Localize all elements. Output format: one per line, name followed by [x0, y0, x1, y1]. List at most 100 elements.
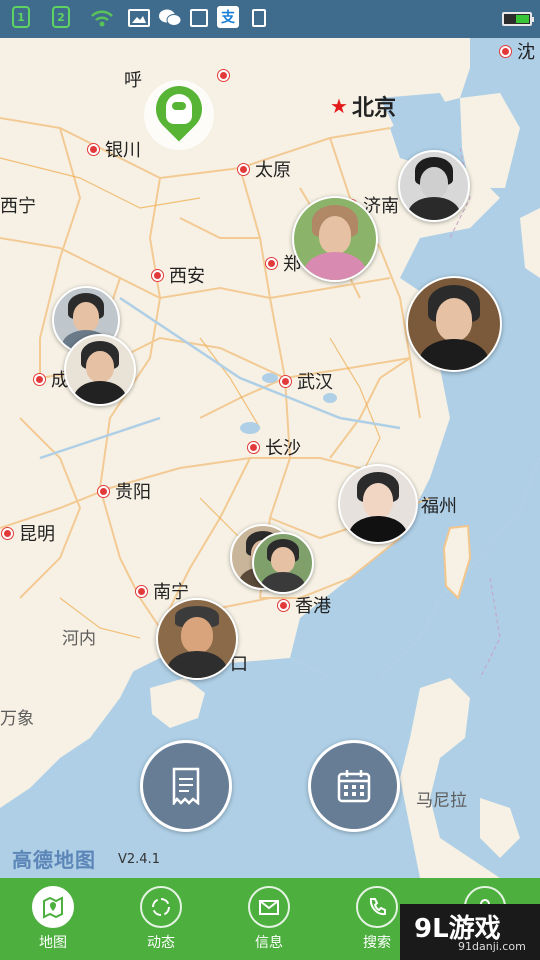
- city-label: 贵阳: [115, 482, 151, 503]
- city-dot-icon: [218, 70, 229, 81]
- watermark-sub: 91danji.com: [458, 940, 526, 953]
- city-xining[interactable]: 西宁: [0, 192, 36, 218]
- receipt-icon: [172, 767, 200, 805]
- city-dot-icon: [34, 373, 45, 385]
- city-xian[interactable]: 西安: [152, 262, 205, 288]
- city-label: 银川: [105, 140, 141, 161]
- user-avatar[interactable]: [64, 334, 136, 406]
- avatar-face: [420, 166, 448, 199]
- city-huhehaote[interactable]: 呼: [124, 66, 142, 92]
- city-label: 香港: [295, 596, 331, 617]
- city-dot-icon: [238, 163, 249, 175]
- site-watermark: 9L游戏 91danji.com: [400, 904, 540, 960]
- amap-logo: 高德地图: [12, 848, 96, 872]
- android-robot-icon: [166, 94, 192, 124]
- tab-messages[interactable]: 信息: [234, 886, 304, 956]
- city-dot-icon: [500, 45, 511, 57]
- user-avatar[interactable]: [406, 276, 502, 372]
- city-label: 呼: [124, 70, 142, 91]
- city-label: 昆明: [19, 524, 55, 545]
- my-location-pin[interactable]: [144, 76, 214, 150]
- wechat-icon: [158, 6, 182, 30]
- avatar-body: [419, 338, 489, 370]
- battery-icon: [502, 12, 534, 26]
- tab-map[interactable]: 地图: [18, 886, 88, 956]
- alipay-char: 支: [221, 10, 235, 26]
- user-avatar[interactable]: [398, 150, 470, 222]
- avatar-face: [73, 302, 99, 332]
- user-avatar[interactable]: [338, 464, 418, 544]
- avatar-body: [349, 516, 407, 542]
- avatar-body: [74, 380, 126, 404]
- user-avatar[interactable]: [156, 598, 238, 680]
- receipt-button[interactable]: [140, 740, 232, 832]
- moments-icon: [140, 886, 182, 928]
- city-dot-icon: [88, 143, 99, 155]
- city-guiyang[interactable]: 贵阳: [98, 478, 151, 504]
- bottom-tab-bar: 地图 动态 信息 搜索 我 9L游戏 91danji.com: [0, 878, 540, 960]
- calendar-button[interactable]: [308, 740, 400, 832]
- region-vientiane: 万象: [0, 709, 34, 729]
- wifi-icon: [90, 6, 114, 30]
- avatar-face: [181, 617, 213, 654]
- map-version: V2.4.1: [118, 852, 160, 867]
- city-dot-icon: [136, 585, 147, 597]
- city-label: 西宁: [0, 196, 36, 217]
- avatar-body: [303, 252, 367, 280]
- tab-moments[interactable]: 动态: [126, 886, 196, 956]
- user-avatar[interactable]: [292, 196, 378, 282]
- tab-label: 搜索: [363, 935, 391, 951]
- user-avatar[interactable]: [252, 532, 314, 594]
- city-dot-icon: [2, 527, 13, 539]
- tab-label: 信息: [255, 935, 283, 951]
- sim1-label: 1: [17, 10, 25, 24]
- city-shenyang[interactable]: 沈: [500, 38, 535, 64]
- city-label: 太原: [255, 160, 291, 181]
- sim1-icon: 1: [12, 6, 30, 28]
- sim2-icon: 2: [52, 6, 70, 28]
- avatar-face: [362, 482, 394, 518]
- city-label: 长沙: [265, 438, 301, 459]
- message-icon: [248, 886, 290, 928]
- avatar-face: [86, 350, 114, 383]
- city-yinchuan[interactable]: 银川: [88, 136, 141, 162]
- city-dot-icon: [278, 599, 289, 611]
- city-dot-icon: [152, 269, 163, 281]
- shopping-bag-icon: [190, 9, 208, 27]
- map-view[interactable]: 呼 ★ 北京 沈 银川 太原 西宁 济南 西安 郑 成 武汉 长沙 贵阳 昆明 …: [0, 38, 540, 878]
- city-dot-icon: [248, 441, 259, 453]
- search-icon: [356, 886, 398, 928]
- avatar-face: [271, 546, 295, 574]
- tab-label: 地图: [39, 935, 67, 951]
- region-manila: 马尼拉: [416, 791, 467, 811]
- city-dot-huhehaote-east[interactable]: [218, 70, 235, 81]
- city-wuhan[interactable]: 武汉: [280, 368, 333, 394]
- city-label: 武汉: [297, 372, 333, 393]
- alipay-icon: 支: [217, 6, 239, 28]
- city-label: 福州: [421, 496, 457, 517]
- sd-card-icon: [252, 9, 266, 27]
- avatar-body: [260, 572, 306, 592]
- sim2-label: 2: [57, 10, 65, 24]
- city-dot-icon: [266, 257, 277, 269]
- avatar-body: [408, 196, 460, 220]
- city-dot-icon: [280, 375, 291, 387]
- city-taiyuan[interactable]: 太原: [238, 156, 291, 182]
- tab-label: 动态: [147, 935, 175, 951]
- city-kunming[interactable]: 昆明: [2, 520, 55, 546]
- city-hongkong[interactable]: 香港: [278, 592, 331, 618]
- city-beijing[interactable]: ★ 北京: [330, 90, 396, 122]
- status-bar: 1 2 支: [0, 0, 540, 38]
- city-label: 北京: [351, 96, 396, 121]
- city-label: 沈: [517, 42, 535, 63]
- avatar-face: [318, 216, 352, 254]
- calendar-icon: [337, 770, 371, 803]
- avatar-body: [167, 651, 227, 678]
- city-changsha[interactable]: 长沙: [248, 434, 301, 460]
- gallery-icon: [128, 9, 150, 27]
- region-hanoi: 河内: [62, 629, 96, 649]
- city-label: 西安: [169, 266, 205, 287]
- capital-star-icon: ★: [330, 94, 348, 118]
- city-dot-icon: [98, 485, 109, 497]
- avatar-face: [435, 298, 473, 341]
